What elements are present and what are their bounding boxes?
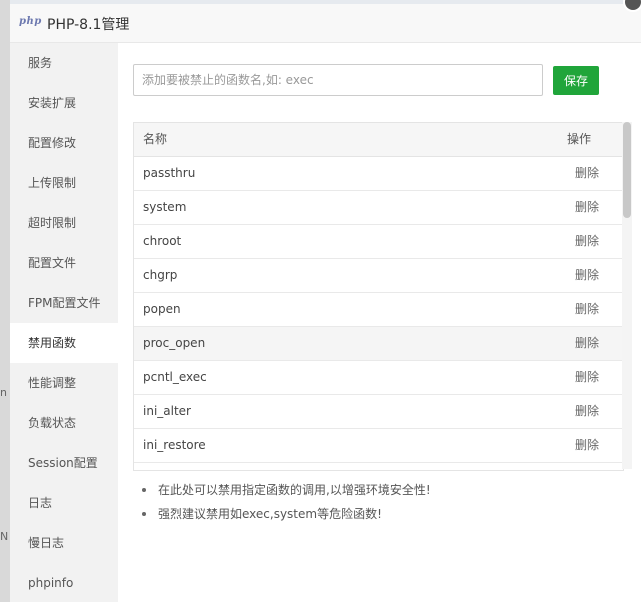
sidebar-item-config-file[interactable]: 配置文件 [10, 243, 118, 283]
function-name: chgrp [143, 268, 178, 282]
function-name: ini_alter [143, 404, 191, 418]
tips-list: 在此处可以禁用指定函数的调用,以增强环境安全性! 强烈建议禁用如exec,sys… [138, 478, 431, 526]
sidebar-item-log[interactable]: 日志 [10, 483, 118, 523]
background-page-edge: n N [0, 0, 10, 602]
sidebar-item-performance-tuning[interactable]: 性能调整 [10, 363, 118, 403]
sidebar-item-upload-limit[interactable]: 上传限制 [10, 163, 118, 203]
delete-link[interactable]: 删除 [575, 361, 599, 394]
function-name: pcntl_exec [143, 370, 207, 384]
delete-link[interactable]: 删除 [575, 157, 599, 190]
table-row: proc_open 删除 [134, 327, 623, 361]
function-name: popen [143, 302, 181, 316]
dialog-titlebar[interactable]: php PHP-8.1管理 [10, 4, 641, 43]
table-row: popen 删除 [134, 293, 623, 327]
function-name: ini_restore [143, 438, 206, 452]
delete-link[interactable]: 删除 [575, 327, 599, 360]
function-name-input[interactable] [133, 64, 543, 96]
sidebar-item-install-extensions[interactable]: 安装扩展 [10, 83, 118, 123]
tip-item: 强烈建议禁用如exec,system等危险函数! [138, 502, 431, 526]
php-manager-dialog: php PHP-8.1管理 服务 安装扩展 配置修改 上传限制 超时限制 配置文… [10, 4, 641, 602]
table-row: chroot 删除 [134, 225, 623, 259]
table-row: pcntl_exec 删除 [134, 361, 623, 395]
delete-link[interactable]: 删除 [575, 191, 599, 224]
sidebar-item-disabled-functions[interactable]: 禁用函数 [10, 323, 118, 363]
sidebar-item-config-edit[interactable]: 配置修改 [10, 123, 118, 163]
tip-item: 在此处可以禁用指定函数的调用,以增强环境安全性! [138, 478, 431, 502]
table-header: 名称 操作 [134, 123, 623, 157]
delete-link[interactable]: 删除 [575, 395, 599, 428]
table-row: passthru 删除 [134, 157, 623, 191]
function-name: proc_open [143, 336, 206, 350]
function-name: chroot [143, 234, 182, 248]
dialog-title: PHP-8.1管理 [47, 17, 130, 33]
background-text-fragment: N [0, 530, 9, 543]
scrollbar-thumb[interactable] [623, 122, 631, 218]
delete-link[interactable]: 删除 [575, 429, 599, 462]
sidebar-item-load-status[interactable]: 负载状态 [10, 403, 118, 443]
table-row: system 删除 [134, 191, 623, 225]
sidebar-item-slow-log[interactable]: 慢日志 [10, 523, 118, 563]
sidebar-item-timeout-limit[interactable]: 超时限制 [10, 203, 118, 243]
save-button[interactable]: 保存 [553, 66, 599, 95]
column-header-name: 名称 [143, 132, 168, 146]
php-logo-icon: php [19, 16, 42, 27]
delete-link[interactable]: 删除 [575, 293, 599, 326]
table-scrollbar[interactable] [622, 122, 632, 469]
table-row: chgrp 删除 [134, 259, 623, 293]
disabled-functions-table: 名称 操作 passthru 删除 system 删除 chroot 删除 ch… [133, 122, 624, 471]
background-text-fragment: n [0, 386, 7, 399]
sidebar-item-phpinfo[interactable]: phpinfo [10, 563, 118, 603]
delete-link[interactable]: 删除 [575, 259, 599, 292]
sidebar-item-service[interactable]: 服务 [10, 43, 118, 83]
column-header-action: 操作 [566, 132, 591, 146]
sidebar-item-session-config[interactable]: Session配置 [10, 443, 118, 483]
function-name: passthru [143, 166, 196, 180]
sidebar-menu: 服务 安装扩展 配置修改 上传限制 超时限制 配置文件 FPM配置文件 禁用函数… [10, 43, 118, 602]
delete-link[interactable]: 删除 [575, 225, 599, 258]
function-name: system [143, 200, 187, 214]
table-row: ini_alter 删除 [134, 395, 623, 429]
disabled-functions-panel: 保存 名称 操作 passthru 删除 system 删除 chroot 删除… [118, 43, 641, 602]
sidebar-item-fpm-config-file[interactable]: FPM配置文件 [10, 283, 118, 323]
table-row: ini_restore 删除 [134, 429, 623, 463]
